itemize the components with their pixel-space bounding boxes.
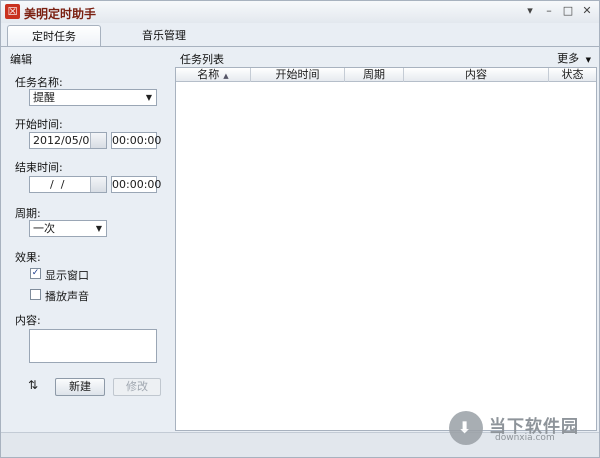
end-time-label: 结束时间: [15, 161, 63, 174]
end-date-value: / / [43, 178, 65, 191]
main-window: ☒ 美明定时助手 ▾ – □ ✕ 定时任务 音乐管理 编辑 任务名称: 提醒 ▼… [0, 0, 600, 458]
task-name-select[interactable]: 提醒 ▼ [29, 89, 157, 106]
end-time-input[interactable]: 00:00:00 [111, 176, 161, 193]
watermark-logo-icon: ⬇ [449, 411, 483, 445]
edit-panel-title: 编辑 [10, 53, 32, 66]
column-header-start-time[interactable]: 开始时间 [251, 68, 345, 82]
modify-button[interactable]: 修改 [113, 378, 161, 396]
maximize-button[interactable]: □ [561, 4, 575, 18]
close-button[interactable]: ✕ [580, 4, 594, 18]
task-list-title: 任务列表 [180, 53, 224, 66]
more-menu[interactable]: 更多 ▼ [557, 50, 591, 66]
calendar-dropdown-icon[interactable] [90, 177, 106, 192]
content-label: 内容: [15, 314, 41, 327]
tab-scheduled-tasks[interactable]: 定时任务 [7, 25, 101, 47]
column-header-name[interactable]: 名称 ▲ [176, 68, 251, 82]
title-bar: ☒ 美明定时助手 ▾ – □ ✕ [1, 1, 599, 23]
more-label: 更多 [557, 52, 580, 65]
chevron-down-icon: ▼ [585, 56, 591, 64]
play-sound-checkbox[interactable] [30, 289, 41, 300]
column-header-status[interactable]: 状态 [549, 68, 596, 82]
window-title: 美明定时助手 [24, 7, 97, 21]
tab-music-manager[interactable]: 音乐管理 [117, 25, 211, 47]
tab-bar: 定时任务 音乐管理 [1, 23, 599, 47]
chevron-down-icon: ▼ [95, 224, 102, 233]
edit-panel: 编辑 任务名称: 提醒 ▼ 开始时间: 2012/05/02 00:00:00 … [1, 47, 173, 431]
task-name-value: 提醒 [33, 91, 55, 104]
watermark-url: downxia.com [495, 433, 555, 443]
refresh-icon[interactable]: ⇅ [28, 378, 38, 392]
task-table: 名称 ▲ 开始时间 周期 内容 状态 [175, 67, 597, 431]
column-header-content[interactable]: 内容 [404, 68, 549, 82]
show-window-label: 显示窗口 [45, 269, 89, 282]
calendar-dropdown-icon[interactable] [90, 133, 106, 148]
minimize-button[interactable]: – [542, 4, 556, 18]
new-button[interactable]: 新建 [55, 378, 105, 396]
app-logo-icon: ☒ [5, 4, 20, 19]
sort-ascending-icon: ▲ [223, 72, 229, 80]
task-name-label: 任务名称: [15, 76, 63, 89]
chevron-down-icon: ▼ [145, 93, 152, 102]
show-window-checkbox[interactable]: ✓ [30, 268, 41, 279]
content-textarea[interactable] [29, 329, 157, 363]
pin-icon[interactable]: ▾ [523, 4, 537, 18]
period-value: 一次 [33, 222, 55, 235]
column-header-label: 名称 [197, 68, 220, 81]
period-label: 周期: [15, 207, 41, 220]
task-list-panel: 任务列表 更多 ▼ 名称 ▲ 开始时间 周期 内容 状态 [173, 47, 599, 431]
end-date-picker[interactable]: / / [29, 176, 107, 193]
period-select[interactable]: 一次 ▼ [29, 220, 107, 237]
start-time-input[interactable]: 00:00:00 [111, 132, 161, 149]
start-time-label: 开始时间: [15, 118, 63, 131]
effect-label: 效果: [15, 251, 41, 264]
start-date-value: 2012/05/02 [33, 134, 97, 147]
start-date-picker[interactable]: 2012/05/02 [29, 132, 107, 149]
table-header: 名称 ▲ 开始时间 周期 内容 状态 [176, 68, 596, 82]
column-header-period[interactable]: 周期 [345, 68, 404, 82]
play-sound-label: 播放声音 [45, 290, 89, 303]
